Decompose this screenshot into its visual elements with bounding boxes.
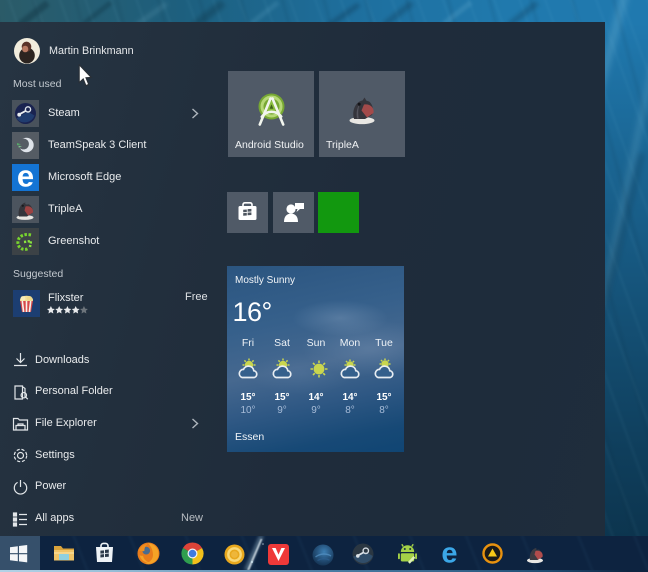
- svg-text:e: e: [441, 542, 457, 565]
- svg-text:e: e: [17, 164, 34, 191]
